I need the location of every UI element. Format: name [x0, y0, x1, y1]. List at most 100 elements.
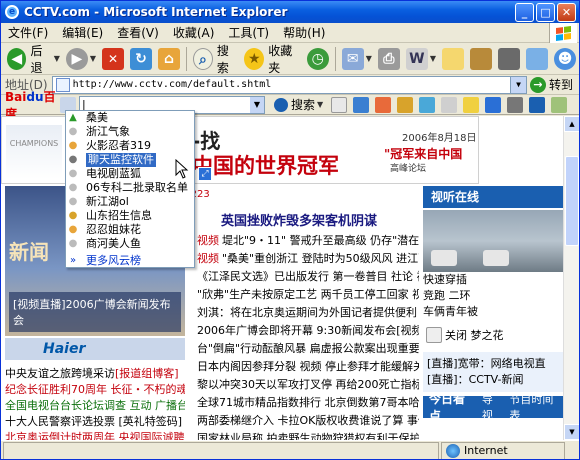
mail-button[interactable]: ✉ ▼ [339, 45, 375, 73]
address-url[interactable]: http://www.cctv.com/default.shtml [73, 79, 272, 90]
center-news-text[interactable]: "桑美"重创浙江 登陆时为50级风风 进江西 视频 图 [222, 252, 419, 265]
baidu-search-button[interactable]: 搜索 ▼ [271, 96, 323, 113]
address-input[interactable]: http://www.cctv.com/default.shtml ▼ [51, 75, 527, 94]
print-button[interactable]: ⎙ [375, 45, 403, 73]
forward-dropdown-icon[interactable]: ▼ [90, 54, 96, 63]
suggestion-item[interactable]: ● 商河美人鱼 [66, 237, 194, 251]
baidu-input-dropdown-icon[interactable]: ▼ [250, 96, 264, 113]
suggestion-text[interactable]: 山东招生信息 [86, 209, 152, 223]
suggestion-item[interactable]: ● 忍忍姐妹花 [66, 223, 194, 237]
post-icon[interactable] [419, 96, 436, 113]
suggestion-text[interactable]: 忍忍姐妹花 [86, 223, 141, 237]
center-news-text[interactable]: "欣弗"生产未按原定工艺 两千员工停工回家 视频 [197, 288, 419, 301]
center-news-item[interactable]: 刘淇：将在北京奥运期间为外国记者提供便利 视频 [197, 304, 419, 322]
refresh-button[interactable]: ↻ [127, 45, 155, 73]
main-headline[interactable]: 英国挫败炸毁多架客机阴谋 [221, 210, 377, 229]
scroll-up-icon[interactable]: ▲ [564, 116, 579, 132]
center-news-item[interactable]: 黎以冲突30天以军攻打叉停 再给200死亡指标 视频 [197, 376, 419, 394]
center-news-text[interactable]: 2006年广博会即将开幕 9:30新闻发布会[视频直播] [197, 324, 419, 337]
expand-icon[interactable]: ⤢ [198, 167, 212, 181]
center-news-item[interactable]: "欣弗"生产未按原定工艺 两千员工停工回家 视频 [197, 286, 419, 304]
minimize-button[interactable]: _ [515, 2, 534, 22]
suggestion-text[interactable]: 火影忍者319 [86, 139, 151, 153]
center-news-item[interactable]: 国家林业局称 拍卖野生动物狩猎权有利于保护动物 [197, 430, 419, 440]
left-news-text[interactable]: 十大人民警察评选投票 [英礼特签码] [5, 415, 182, 428]
center-news-item[interactable]: 视频"桑美"重创浙江 登陆时为50级风风 进江西 视频 图 [197, 250, 419, 268]
live-item[interactable]: [直播]：CCTV-新闻 [427, 372, 559, 388]
promo-caption-text[interactable]: [视频直播]2006广博会新闻发布会 [13, 298, 171, 327]
suggestion-item[interactable]: ● 新江湖ol [66, 195, 194, 209]
close-ad-icon[interactable] [426, 327, 442, 343]
vertical-scrollbar[interactable]: ▲ ▼ [563, 116, 579, 440]
news-thumbnail[interactable] [423, 210, 563, 272]
suggestion-text[interactable]: 06专科二批录取名单 [86, 181, 188, 195]
menu-favorites[interactable]: 收藏(A) [166, 24, 222, 41]
stop-button[interactable]: ✕ [99, 45, 127, 73]
favorites-button[interactable]: ★ 收藏夹 [241, 44, 303, 75]
extra-button[interactable] [523, 45, 551, 73]
center-news-item[interactable]: 全球71城市精品指数排行 北京倒数第7哥本哈根第1 [197, 394, 419, 412]
today-title[interactable]: 今日看点 [429, 390, 476, 424]
center-news-text[interactable]: 台"倒扁"行动酝酿风暴 扁虚报公款案出现重要人物 [197, 342, 419, 355]
center-news-text[interactable]: 刘淇：将在北京奥运期间为外国记者提供便利 视频 [197, 306, 419, 319]
suggestion-text[interactable]: 新江湖ol [86, 195, 129, 209]
center-news-item[interactable]: 《江泽民文选》已出版发行 第一卷普目 社论 视频 图 [197, 268, 419, 286]
left-news-text[interactable]: 纪念长征胜利70周年 长征・不朽的魂 [5, 383, 185, 396]
center-news-item[interactable]: 两部委梯继介入 卡拉OK版权收费谁说了算 事件回放 [197, 412, 419, 430]
more-trends-label[interactable]: 更多风云榜 [86, 254, 141, 267]
magnifier-icon[interactable] [331, 96, 348, 113]
center-news-text[interactable]: 国家林业局称 拍卖野生动物狩猎权有利于保护动物 [197, 432, 419, 440]
suggestion-item[interactable]: ● 浙江气象 [66, 125, 194, 139]
block-popup-icon[interactable] [485, 96, 502, 113]
center-news-text[interactable]: 堤北"9・11" 警戒升至最高级 仍存"潜在袭击" [222, 234, 419, 247]
edit-dropdown-icon[interactable]: ▼ [430, 54, 436, 63]
suggestion-text[interactable]: 聊天监控软件 [86, 153, 156, 167]
title-bar[interactable]: e CCTV.com - Microsoft Internet Explorer… [1, 1, 579, 23]
scroll-thumb[interactable] [565, 156, 579, 246]
news-icon[interactable] [397, 96, 414, 113]
center-news-text[interactable]: 日本内阁因参拜分裂 视频 停止参拜才能缓解关系 [197, 360, 419, 373]
menu-file[interactable]: 文件(F) [1, 24, 55, 41]
people-button[interactable]: ☻ [551, 45, 579, 73]
video-tag[interactable]: 视频 [197, 234, 219, 247]
live-item[interactable]: [直播]宽带：网络电视直 [427, 356, 559, 372]
research-button[interactable] [467, 45, 495, 73]
left-news-item[interactable]: 北京奥运倒计时两周年 央视国际诚聘 [5, 430, 185, 440]
home-button[interactable]: ⌂ [155, 45, 183, 73]
messenger-button[interactable] [495, 45, 523, 73]
promo-caption[interactable]: [视频直播]2006广博会新闻发布会 [9, 292, 181, 332]
center-news-text[interactable]: 黎以冲突30天以军攻打叉停 再给200死亡指标 视频 [197, 378, 419, 391]
thumbnail-caption[interactable]: 车俩青年被 [423, 304, 563, 320]
menu-help[interactable]: 帮助(H) [276, 24, 332, 41]
mail-dropdown-icon[interactable]: ▼ [366, 54, 372, 63]
center-news-item[interactable]: 视频堤北"9・11" 警戒升至最高级 仍存"潜在袭击" [197, 232, 419, 250]
left-news-tag[interactable]: [报道组博客] [115, 367, 179, 380]
thumbnail-caption[interactable]: 竞跑 二环 [423, 288, 563, 304]
back-dropdown-icon[interactable]: ▼ [54, 54, 60, 63]
translate-icon[interactable] [441, 96, 458, 113]
back-button[interactable]: ◀ 后退 ▼ [4, 44, 63, 75]
more-trends-link[interactable]: » 更多风云榜 [66, 254, 194, 267]
image-icon[interactable] [375, 96, 392, 113]
search-button[interactable]: ⌕ 搜索 [190, 44, 241, 75]
maximize-button[interactable]: □ [536, 2, 555, 22]
recorder-icon[interactable] [507, 96, 524, 113]
suggestion-item[interactable]: ▲ 桑美 [66, 111, 194, 125]
left-news-item[interactable]: 全国电视台台长论坛调查 互动 广播台 [5, 398, 185, 414]
menu-edit[interactable]: 编辑(E) [55, 24, 110, 41]
ad-close-label[interactable]: 关闭 梦之花 [445, 327, 504, 343]
security-zone[interactable]: Internet [441, 441, 565, 459]
suggestion-item[interactable]: ● 火影忍者319 [66, 139, 194, 153]
center-news-text[interactable]: 全球71城市精品指数排行 北京倒数第7哥本哈根第1 [197, 396, 419, 409]
menu-tools[interactable]: 工具(T) [221, 24, 276, 41]
center-news-text[interactable]: 两部委梯继介入 卡拉OK版权收费谁说了算 事件回放 [197, 414, 419, 427]
left-news-text[interactable]: 北京奥运倒计时两周年 央视国际诚聘 [5, 431, 185, 440]
suggestion-text[interactable]: 桑美 [86, 111, 108, 125]
paw-icon[interactable] [529, 96, 546, 113]
history-button[interactable]: ◷ [304, 45, 332, 73]
left-news-item[interactable]: 纪念长征胜利70周年 长征・不朽的魂 [5, 382, 185, 398]
thumbnail-caption[interactable]: 快速穿插 [423, 272, 563, 288]
music-icon[interactable] [353, 96, 370, 113]
video-online-header[interactable]: 视听在线 [423, 186, 563, 208]
suggestion-text[interactable]: 商河美人鱼 [86, 237, 141, 251]
